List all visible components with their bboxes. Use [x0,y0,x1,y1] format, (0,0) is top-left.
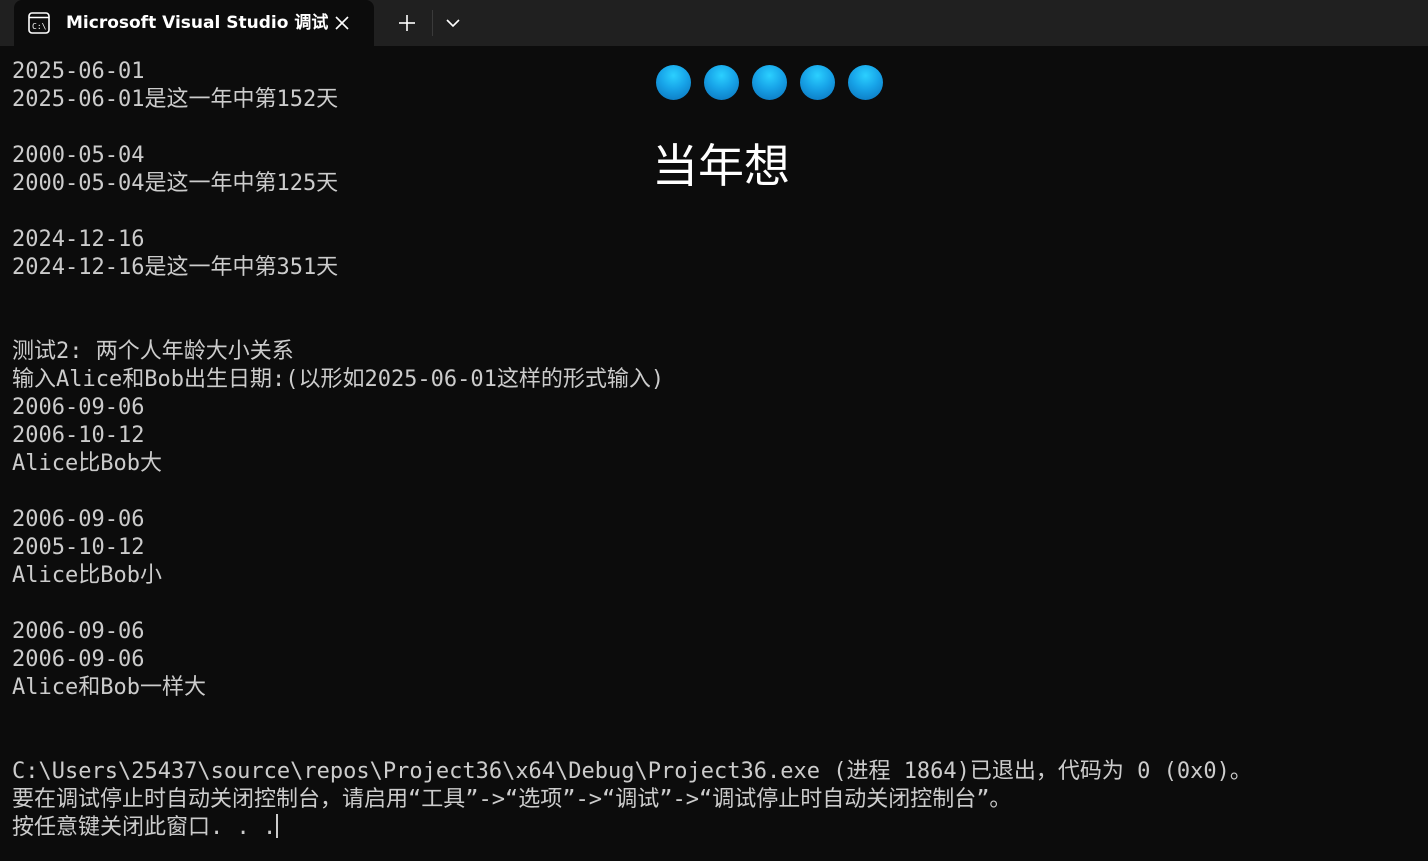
svg-text:C:\: C:\ [32,22,47,31]
tab-bar: C:\ Microsoft Visual Studio 调试控制台 [0,0,1428,46]
console-line-text: Alice比Bob大 [12,451,162,476]
console-line-text: 要在调试停止时自动关闭控制台，请启用“工具”->“选项”->“调试”->“调试停… [12,787,1012,812]
chevron-down-icon[interactable] [442,10,464,36]
console-line: Alice比Bob大 [12,450,1412,478]
console-line: 2006-10-12 [12,422,1412,450]
console-line-text: 2024-12-16 [12,227,145,252]
console-line: 2006-09-06 [12,394,1412,422]
loading-dot [704,65,739,100]
console-line-text: C:\Users\25437\source\repos\Project36\x6… [12,759,1252,784]
console-line: C:\Users\25437\source\repos\Project36\x6… [12,758,1412,786]
console-line: 输入Alice和Bob出生日期:(以形如2025-06-01这样的形式输入) [12,366,1412,394]
tab-divider [432,10,433,36]
console-line: 2006-09-06 [12,646,1412,674]
console-line: 2005-10-12 [12,534,1412,562]
console-line-text: 按任意键关闭此窗口. . . [12,815,277,840]
console-line-text: Alice比Bob小 [12,563,162,588]
console-line-text: Alice和Bob一样大 [12,675,206,700]
tab-title: Microsoft Visual Studio 调试控制台 [66,13,328,33]
console-line-text: 2024-12-16是这一年中第351天 [12,255,339,280]
console-line-text: 输入Alice和Bob出生日期:(以形如2025-06-01这样的形式输入) [12,367,665,392]
terminal-tab[interactable]: C:\ Microsoft Visual Studio 调试控制台 [14,0,374,46]
loading-dot [656,65,691,100]
console-line: 按任意键关闭此窗口. . . [12,814,1412,842]
loading-dot [848,65,883,100]
console-line-text: 测试2: 两个人年龄大小关系 [12,339,294,364]
console-line-text: 2005-10-12 [12,535,145,560]
console-line-text: 2006-09-06 [12,395,145,420]
close-icon[interactable] [330,11,354,35]
console-line-text: 2006-09-06 [12,507,145,532]
console-line: 2006-09-06 [12,506,1412,534]
console-line-text: 2000-05-04是这一年中第125天 [12,171,339,196]
loading-dot [752,65,787,100]
console-line-text: 2006-09-06 [12,647,145,672]
console-line: Alice和Bob一样大 [12,674,1412,702]
console-line-text: 2000-05-04 [12,143,145,168]
console-line-text: 2006-09-06 [12,619,145,644]
text-cursor [276,814,279,838]
console-line: Alice比Bob小 [12,562,1412,590]
loading-dot [800,65,835,100]
console-line: 2024-12-16是这一年中第351天 [12,254,1412,282]
console-line-text: 2006-10-12 [12,423,145,448]
console-line-text: 2025-06-01 [12,59,145,84]
console-line: 测试2: 两个人年龄大小关系 [12,338,1412,366]
loading-dots [656,65,886,101]
console-line: 2006-09-06 [12,618,1412,646]
console-icon: C:\ [28,12,50,34]
console-line-text: 2025-06-01是这一年中第152天 [12,87,339,112]
console-line: 要在调试停止时自动关闭控制台，请启用“工具”->“选项”->“调试”->“调试停… [12,786,1412,814]
console-line: 2024-12-16 [12,226,1412,254]
plus-icon[interactable] [394,10,420,36]
overlay-text: 当年想 [652,139,790,193]
